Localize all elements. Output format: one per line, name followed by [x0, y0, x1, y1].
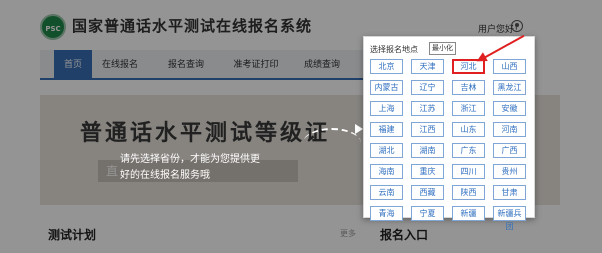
province-option[interactable]: 北京: [370, 59, 403, 74]
province-option[interactable]: 海南: [370, 164, 403, 179]
province-option[interactable]: 青海: [370, 206, 403, 221]
province-option[interactable]: 浙江: [452, 101, 485, 116]
province-option[interactable]: 安徽: [493, 101, 526, 116]
province-option[interactable]: 四川: [452, 164, 485, 179]
hint-line-2: 好的在线报名服务哦: [120, 170, 210, 181]
province-option[interactable]: 内蒙古: [370, 80, 403, 95]
province-grid: 北京 天津 河北 山西 内蒙古 辽宁 吉林 黑龙江 上海 江苏 浙江 安徽 福建 江西 山东 河南 湖北 湖南 广东…: [370, 59, 526, 231]
province-option[interactable]: 云南: [370, 185, 403, 200]
hint-line-1: 请先选择省份，才能为您提供更: [120, 154, 260, 165]
province-option[interactable]: 辽宁: [411, 80, 444, 95]
minimize-tooltip: 最小化: [429, 42, 456, 55]
province-option[interactable]: 福建: [370, 122, 403, 137]
province-hint-text: 请先选择省份，才能为您提供更 好的在线报名服务哦: [120, 152, 260, 184]
swirl-arrow-icon: [303, 124, 363, 158]
province-option[interactable]: 河南: [493, 122, 526, 137]
province-picker-popup: 选择报名地点 最小化 北京 天津 河北 山西 内蒙古 辽宁 吉林 黑龙江 上海 江苏 浙江 安徽 福建江…: [363, 36, 535, 231]
province-option[interactable]: 湖北: [370, 143, 403, 158]
province-option[interactable]: 贵州: [493, 164, 526, 179]
province-option[interactable]: 湖南: [411, 143, 444, 158]
province-option[interactable]: 陕西: [452, 185, 485, 200]
province-option[interactable]: 重庆: [411, 164, 444, 179]
province-option[interactable]: 天津: [411, 59, 444, 74]
province-option[interactable]: 山西: [493, 59, 526, 74]
province-option[interactable]: 新疆: [452, 206, 485, 221]
province-option[interactable]: 甘肃: [493, 185, 526, 200]
province-option[interactable]: 广西: [493, 143, 526, 158]
province-option[interactable]: 江西: [411, 122, 444, 137]
province-option[interactable]: 吉林: [452, 80, 485, 95]
province-option[interactable]: 广东: [452, 143, 485, 158]
province-option[interactable]: 西藏: [411, 185, 444, 200]
province-option[interactable]: 上海: [370, 101, 403, 116]
province-option[interactable]: 江苏: [411, 101, 444, 116]
province-option[interactable]: 黑龙江: [493, 80, 526, 95]
province-option[interactable]: 宁夏: [411, 206, 444, 221]
popup-title: 选择报名地点: [370, 45, 418, 54]
province-option[interactable]: 山东: [452, 122, 485, 137]
province-option[interactable]: 新疆兵团: [493, 206, 526, 231]
